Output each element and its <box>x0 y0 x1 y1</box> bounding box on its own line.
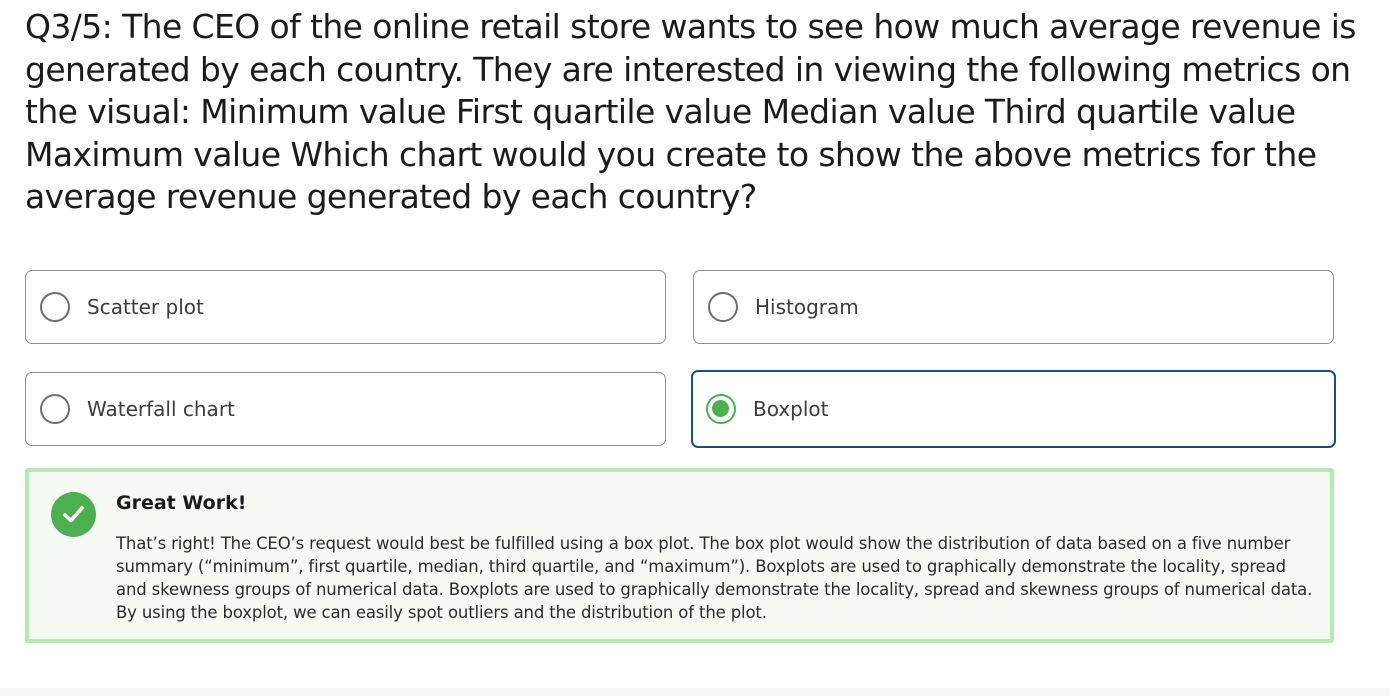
radio-button[interactable] <box>708 292 738 322</box>
feedback-body: That’s right! The CEO’s request would be… <box>116 534 1313 622</box>
feedback-title: Great Work! <box>116 492 247 514</box>
question-text: Q3/5: The CEO of the online retail store… <box>25 7 1357 216</box>
check-circle-icon <box>51 492 96 537</box>
option-histogram[interactable]: Histogram <box>693 270 1334 344</box>
bottom-divider <box>0 688 1390 696</box>
radio-button-selected[interactable] <box>706 394 736 424</box>
option-label: Scatter plot <box>87 295 204 319</box>
radio-selected-dot <box>712 400 729 417</box>
option-boxplot[interactable]: Boxplot <box>691 370 1336 448</box>
radio-button[interactable] <box>40 394 70 424</box>
option-label: Waterfall chart <box>87 397 235 421</box>
checkmark-icon <box>63 506 84 523</box>
feedback-panel: Great Work! That’s right! The CEO’s requ… <box>25 468 1334 643</box>
option-label: Boxplot <box>753 397 829 421</box>
option-waterfall-chart[interactable]: Waterfall chart <box>25 372 666 446</box>
option-label: Histogram <box>755 295 859 319</box>
option-scatter-plot[interactable]: Scatter plot <box>25 270 666 344</box>
radio-button[interactable] <box>40 292 70 322</box>
